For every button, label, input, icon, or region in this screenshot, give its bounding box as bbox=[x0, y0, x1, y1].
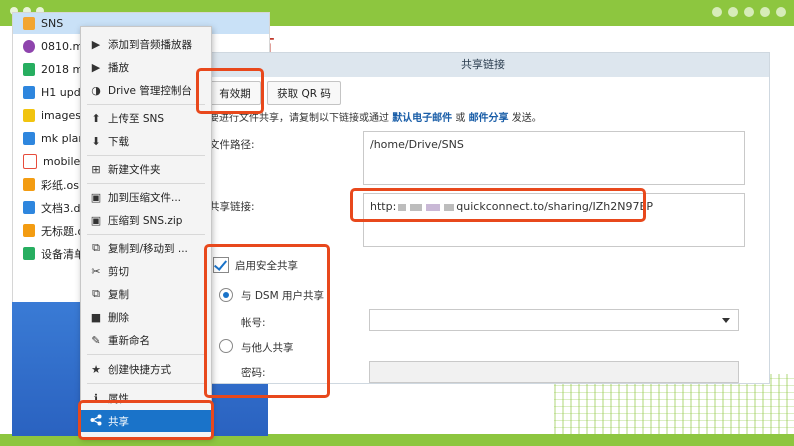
highlight-share-menu bbox=[78, 400, 214, 440]
audio-file-icon bbox=[23, 40, 35, 53]
menu-item-download[interactable]: ⬇ 下载 bbox=[81, 130, 211, 152]
file-path-field[interactable]: /home/Drive/SNS bbox=[363, 131, 745, 185]
rename-icon: ✎ bbox=[91, 333, 101, 347]
password-input[interactable] bbox=[369, 361, 739, 383]
menu-item-rename[interactable]: ✎ 重新命名 bbox=[81, 329, 211, 351]
slides-file-icon bbox=[23, 224, 35, 237]
file-item[interactable]: 文档3.do bbox=[13, 197, 87, 218]
menu-item-create-shortcut[interactable]: ★ 创建快捷方式 bbox=[81, 358, 211, 380]
file-item[interactable]: 0810.mp bbox=[13, 36, 90, 57]
chart-file-icon bbox=[23, 132, 35, 145]
highlight-share-link bbox=[350, 188, 646, 222]
file-item-label: 无标题.o bbox=[41, 224, 85, 238]
highlight-validity bbox=[196, 68, 264, 114]
menu-separator bbox=[87, 183, 205, 184]
decorative-grid bbox=[554, 378, 794, 428]
context-menu: ▶ 添加到音频播放器 ▶ 播放 ◑ Drive 管理控制台 ⬆ 上传至 SNS … bbox=[80, 26, 212, 438]
file-item[interactable]: 2018 me bbox=[13, 59, 90, 80]
file-item[interactable]: 无标题.o bbox=[13, 220, 84, 241]
file-item[interactable]: images. bbox=[13, 105, 85, 126]
play-icon: ▶ bbox=[91, 60, 101, 74]
menu-separator bbox=[87, 383, 205, 384]
file-item-label: 设备清单 bbox=[41, 247, 85, 261]
dialog-title: 共享链接 bbox=[197, 53, 769, 77]
menu-item-add-archive[interactable]: ▣ 加到压缩文件... bbox=[81, 186, 211, 208]
file-item[interactable]: 彩纸.osli bbox=[13, 174, 85, 195]
slides-file-icon bbox=[23, 178, 35, 191]
menu-item-copy-move[interactable]: ⧉ 复制到/移动到 ... bbox=[81, 237, 211, 259]
file-item-label: 彩纸.osli bbox=[41, 178, 86, 192]
compress-icon: ▣ bbox=[90, 190, 102, 204]
default-email-link[interactable]: 默认电子邮件 bbox=[392, 113, 452, 124]
menu-item-delete[interactable]: ■ 删除 bbox=[81, 306, 211, 328]
account-select[interactable] bbox=[369, 309, 739, 331]
menu-separator bbox=[87, 354, 205, 355]
share-link-label: 共享链接: bbox=[209, 201, 255, 213]
document-file-icon bbox=[23, 86, 35, 99]
menu-item-cut[interactable]: ✂ 剪切 bbox=[81, 260, 211, 282]
slide-dots bbox=[712, 7, 786, 17]
file-item[interactable]: mk plan bbox=[13, 128, 85, 149]
upload-icon: ⬆ bbox=[91, 111, 101, 125]
menu-item-play[interactable]: ▶ 播放 bbox=[81, 56, 211, 78]
file-item-label: mk plan bbox=[41, 132, 86, 145]
menu-separator bbox=[87, 104, 205, 105]
file-item-label: SNS bbox=[41, 17, 64, 30]
menu-item-compress-zip[interactable]: ▣ 压缩到 SNS.zip bbox=[81, 209, 211, 231]
file-item[interactable]: H1 upda bbox=[13, 82, 87, 103]
document-file-icon bbox=[23, 201, 35, 214]
menu-separator bbox=[87, 234, 205, 235]
star-icon: ★ bbox=[91, 362, 101, 376]
play-icon: ▶ bbox=[91, 37, 101, 51]
highlight-secure-share bbox=[204, 244, 330, 398]
download-icon: ⬇ bbox=[91, 134, 101, 148]
spreadsheet-file-icon bbox=[23, 63, 35, 76]
folder-icon bbox=[23, 17, 35, 30]
drive-icon: ◑ bbox=[91, 83, 101, 97]
menu-item-copy[interactable]: ⧉ 复制 bbox=[81, 283, 211, 305]
copy-move-icon: ⧉ bbox=[92, 241, 100, 254]
file-item[interactable]: 设备清单 bbox=[13, 243, 85, 264]
scissors-icon: ✂ bbox=[91, 264, 101, 278]
menu-item-add-audio[interactable]: ▶ 添加到音频播放器 bbox=[81, 33, 211, 55]
copy-icon: ⧉ bbox=[92, 287, 100, 300]
get-qr-code-button[interactable]: 获取 QR 码 bbox=[267, 81, 341, 105]
menu-item-drive-console[interactable]: ◑ Drive 管理控制台 bbox=[81, 79, 211, 101]
trash-icon: ■ bbox=[90, 310, 102, 324]
mail-share-link[interactable]: 邮件分享 bbox=[469, 113, 509, 124]
menu-item-upload[interactable]: ⬆ 上传至 SNS bbox=[81, 107, 211, 129]
chevron-down-icon bbox=[722, 318, 730, 323]
new-folder-icon: ⊞ bbox=[91, 162, 101, 176]
file-path-label: 文件路径: bbox=[209, 139, 255, 151]
zip-icon: ▣ bbox=[90, 213, 102, 227]
pdf-file-icon bbox=[23, 154, 37, 169]
spreadsheet-file-icon bbox=[23, 247, 35, 260]
menu-item-new-folder[interactable]: ⊞ 新建文件夹 bbox=[81, 158, 211, 180]
file-item-label: images. bbox=[41, 109, 85, 122]
menu-separator bbox=[87, 155, 205, 156]
image-file-icon bbox=[23, 109, 35, 122]
